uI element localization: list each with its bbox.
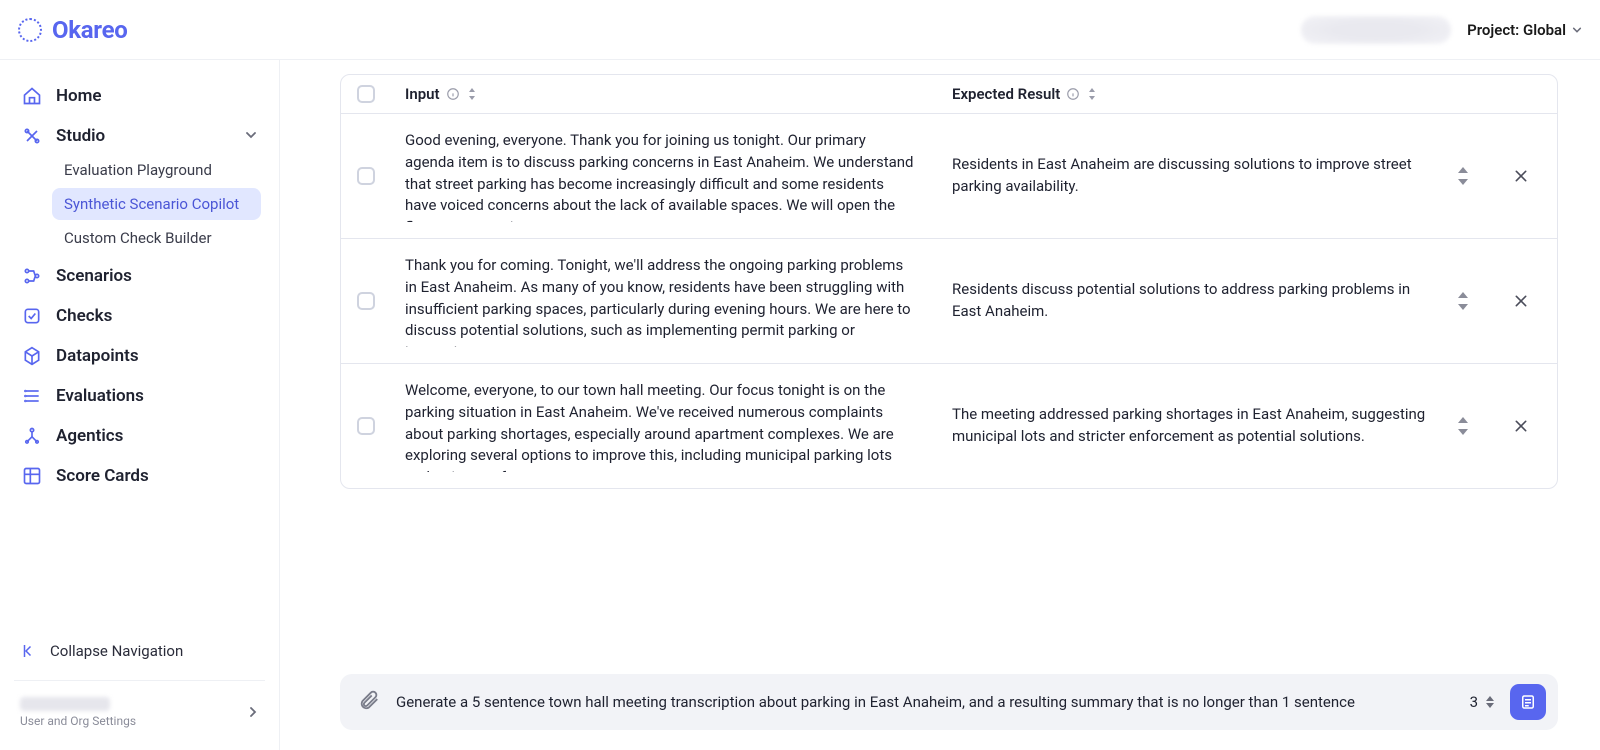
chevron-down-icon: [1572, 25, 1582, 35]
nav-evaluations-label: Evaluations: [56, 386, 144, 406]
row-checkbox[interactable]: [357, 292, 375, 310]
home-icon: [22, 86, 42, 106]
count-stepper[interactable]: [1486, 696, 1494, 708]
row-checkbox[interactable]: [357, 167, 375, 185]
main-content: Input Expected Result: [280, 60, 1600, 750]
sort-icon[interactable]: [1086, 87, 1098, 101]
user-settings-trigger[interactable]: User and Org Settings: [12, 691, 267, 734]
nav-evaluations[interactable]: Evaluations: [12, 378, 267, 414]
delete-row-button[interactable]: [1506, 286, 1536, 316]
project-selector[interactable]: Project: Global: [1467, 21, 1582, 39]
select-all-checkbox[interactable]: [357, 85, 375, 103]
nav-studio-label: Studio: [56, 126, 105, 146]
studio-icon: [22, 126, 42, 146]
table-row: Thank you for coming. Tonight, we'll add…: [341, 239, 1557, 364]
nav-studio-eval-playground[interactable]: Evaluation Playground: [52, 154, 261, 186]
sidebar: Home Studio Evaluation Playground Synthe…: [0, 60, 280, 750]
collapse-navigation[interactable]: Collapse Navigation: [12, 632, 267, 670]
row-stepper[interactable]: [1455, 417, 1471, 435]
table-header: Input Expected Result: [341, 75, 1557, 114]
nav-datapoints[interactable]: Datapoints: [12, 338, 267, 374]
col-input[interactable]: Input: [391, 85, 938, 103]
input-cell[interactable]: Thank you for coming. Tonight, we'll add…: [405, 255, 924, 347]
input-cell[interactable]: Good evening, everyone. Thank you for jo…: [405, 130, 924, 222]
table-row: Good evening, everyone. Thank you for jo…: [341, 114, 1557, 239]
chevron-right-icon: [247, 704, 259, 722]
nav-scenarios-label: Scenarios: [56, 266, 132, 286]
expected-cell[interactable]: The meeting addressed parking shortages …: [952, 404, 1449, 448]
nav-datapoints-label: Datapoints: [56, 346, 139, 366]
evaluations-icon: [22, 386, 42, 406]
brand-name: Okareo: [52, 16, 128, 44]
brand-logo-icon: [18, 18, 42, 42]
col-expected-label: Expected Result: [952, 85, 1060, 103]
app-header: Okareo Project: Global: [0, 0, 1600, 60]
nav-studio-check-builder[interactable]: Custom Check Builder: [52, 222, 261, 254]
table-row: Welcome, everyone, to our town hall meet…: [341, 364, 1557, 488]
nav-home-label: Home: [56, 86, 102, 106]
brand[interactable]: Okareo: [18, 16, 128, 44]
user-name: [20, 697, 110, 711]
scenario-table: Input Expected Result: [340, 74, 1558, 489]
scenarios-icon: [22, 266, 42, 286]
nav-studio[interactable]: Studio: [12, 118, 267, 154]
nav-home[interactable]: Home: [12, 78, 267, 114]
datapoints-icon: [22, 346, 42, 366]
row-stepper[interactable]: [1455, 292, 1471, 310]
divider: [14, 680, 265, 681]
prompt-area: Generate a 5 sentence town hall meeting …: [340, 654, 1558, 730]
delete-row-button[interactable]: [1506, 161, 1536, 191]
user-settings-label: User and Org Settings: [20, 714, 136, 728]
count-value: 3: [1470, 693, 1478, 711]
nav-scorecards-label: Score Cards: [56, 466, 149, 486]
nav-scorecards[interactable]: Score Cards: [12, 458, 267, 494]
collapse-label: Collapse Navigation: [50, 642, 183, 660]
org-switcher[interactable]: [1301, 16, 1451, 44]
nav-scenarios[interactable]: Scenarios: [12, 258, 267, 294]
prompt-input[interactable]: Generate a 5 sentence town hall meeting …: [396, 693, 1454, 711]
nav-agentics-label: Agentics: [56, 426, 123, 446]
nav-checks-label: Checks: [56, 306, 112, 326]
generate-button[interactable]: [1510, 684, 1546, 720]
collapse-icon: [20, 642, 38, 660]
agentics-icon: [22, 426, 42, 446]
col-expected[interactable]: Expected Result: [938, 85, 1485, 103]
input-cell[interactable]: Welcome, everyone, to our town hall meet…: [405, 380, 924, 472]
project-label: Project: Global: [1467, 21, 1566, 39]
nav-agentics[interactable]: Agentics: [12, 418, 267, 454]
attachment-icon[interactable]: [358, 689, 380, 715]
expected-cell[interactable]: Residents in East Anaheim are discussing…: [952, 154, 1449, 198]
info-icon: [446, 87, 460, 101]
row-stepper[interactable]: [1455, 167, 1471, 185]
chevron-down-icon: [245, 126, 257, 146]
generation-count[interactable]: 3: [1470, 693, 1494, 711]
checks-icon: [22, 306, 42, 326]
delete-row-button[interactable]: [1506, 411, 1536, 441]
sort-icon[interactable]: [466, 87, 478, 101]
col-input-label: Input: [405, 85, 440, 103]
prompt-bar: Generate a 5 sentence town hall meeting …: [340, 674, 1558, 730]
nav-studio-synthetic-copilot[interactable]: Synthetic Scenario Copilot: [52, 188, 261, 220]
scorecards-icon: [22, 466, 42, 486]
expected-cell[interactable]: Residents discuss potential solutions to…: [952, 279, 1449, 323]
nav-checks[interactable]: Checks: [12, 298, 267, 334]
row-checkbox[interactable]: [357, 417, 375, 435]
info-icon: [1066, 87, 1080, 101]
